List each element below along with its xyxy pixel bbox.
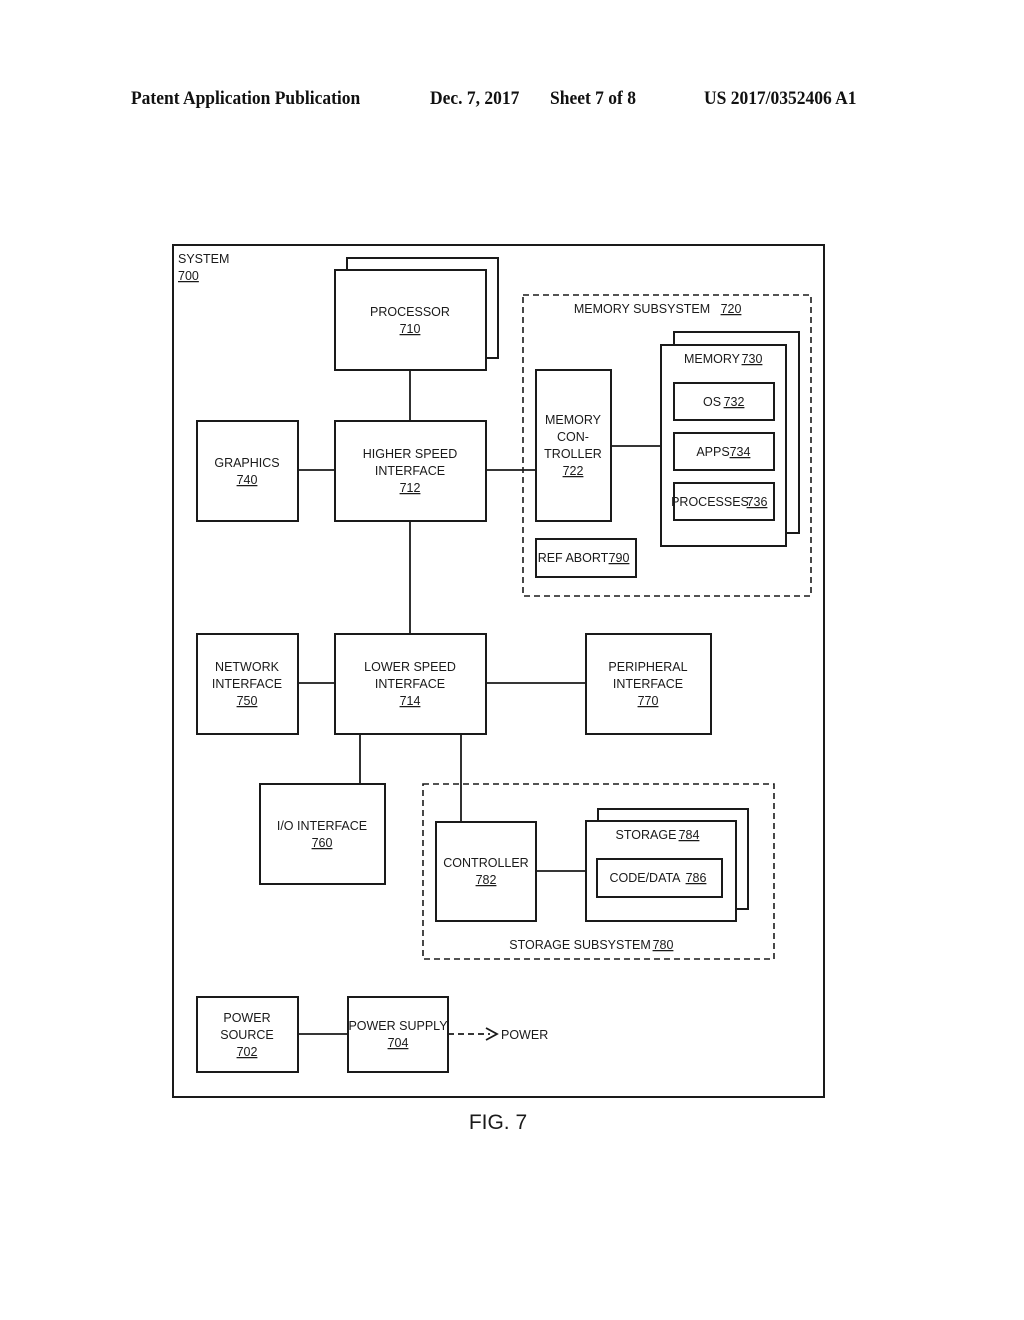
memctl-ref: 722 — [563, 464, 584, 478]
storage-subsystem-name: STORAGE SUBSYSTEM — [509, 938, 650, 952]
io-ref: 760 — [312, 836, 333, 850]
power-supply-ref: 704 — [388, 1036, 409, 1050]
lsi-ref: 714 — [400, 694, 421, 708]
ref-abort-ref: 790 — [609, 551, 630, 565]
os-ref: 732 — [724, 395, 745, 409]
network-line1: NETWORK — [215, 660, 280, 674]
hsi-label-line2: INTERFACE — [375, 464, 445, 478]
os-name: OS — [703, 395, 721, 409]
memory-controller-block — [535, 369, 612, 522]
power-supply-label: POWER SUPPLY — [348, 1019, 448, 1033]
power-source-line2: SOURCE — [220, 1028, 273, 1042]
io-label: I/O INTERFACE — [277, 819, 367, 833]
figure-label: FIG. 7 — [469, 1111, 527, 1134]
power-output-label: POWER — [501, 1028, 548, 1042]
power-source-line1: POWER — [223, 1011, 270, 1025]
memctl-line1: MEMORY — [545, 413, 602, 427]
lsi-line1: LOWER SPEED — [364, 660, 456, 674]
power-source-ref: 702 — [237, 1045, 258, 1059]
network-line2: INTERFACE — [212, 677, 282, 691]
memory-name: MEMORY — [684, 352, 741, 366]
processes-ref: 736 — [747, 495, 768, 509]
memory-subsystem-ref: 720 — [721, 302, 742, 316]
arrowhead-icon — [485, 1027, 499, 1041]
hsi-label-line1: HIGHER SPEED — [363, 447, 457, 461]
memctl-line2: CON- — [557, 430, 589, 444]
peripheral-line1: PERIPHERAL — [608, 660, 687, 674]
memory-subsystem: MEMORY SUBSYSTEM 720 MEMORY CON- TROLLER… — [522, 294, 812, 597]
storage-subsystem: STORAGE SUBSYSTEM 780 CONTROLLER 782 STO… — [422, 783, 775, 960]
apps-ref: 734 — [730, 445, 751, 459]
code-data-ref: 786 — [686, 871, 707, 885]
ref-abort-name: REF ABORT — [538, 551, 609, 565]
io-interface-block: I/O INTERFACE 760 — [259, 783, 386, 885]
memctl-line3: TROLLER — [544, 447, 602, 461]
peripheral-interface-block: PERIPHERAL INTERFACE 770 — [585, 633, 712, 735]
graphics-block: GRAPHICS 740 — [196, 420, 299, 522]
apps-name: APPS — [696, 445, 729, 459]
system-name: SYSTEM — [178, 252, 229, 266]
memory-ref: 730 — [742, 352, 763, 366]
controller-ref: 782 — [476, 873, 497, 887]
storage-ref: 784 — [679, 828, 700, 842]
power-supply-block: POWER SUPPLY 704 — [347, 996, 449, 1073]
controller-label: CONTROLLER — [443, 856, 528, 870]
memory-subsystem-name: MEMORY SUBSYSTEM — [574, 302, 710, 316]
system-ref: 700 — [178, 269, 199, 283]
peripheral-line2: INTERFACE — [613, 677, 683, 691]
processes-name: PROCESSES — [671, 495, 749, 509]
hsi-ref: 712 — [400, 481, 421, 495]
higher-speed-interface-block: HIGHER SPEED INTERFACE 712 — [334, 420, 487, 522]
storage-subsystem-ref: 780 — [653, 938, 674, 952]
processor-ref: 710 — [400, 322, 421, 336]
storage-name: STORAGE — [616, 828, 677, 842]
network-interface-block: NETWORK INTERFACE 750 — [196, 633, 299, 735]
processor-label: PROCESSOR — [370, 305, 450, 319]
graphics-label: GRAPHICS — [214, 456, 279, 470]
graphics-ref: 740 — [237, 473, 258, 487]
peripheral-ref: 770 — [638, 694, 659, 708]
power-source-block: POWER SOURCE 702 — [196, 996, 299, 1073]
code-data-name: CODE/DATA — [609, 871, 681, 885]
network-ref: 750 — [237, 694, 258, 708]
controller-block — [435, 821, 537, 922]
processor-block: PROCESSOR 710 — [334, 257, 499, 371]
system-block-diagram: SYSTEM 700 POWER PROCESSOR 710 GRAPHICS … — [172, 244, 825, 1134]
lsi-line2: INTERFACE — [375, 677, 445, 691]
lower-speed-interface-block: LOWER SPEED INTERFACE 714 — [334, 633, 487, 735]
